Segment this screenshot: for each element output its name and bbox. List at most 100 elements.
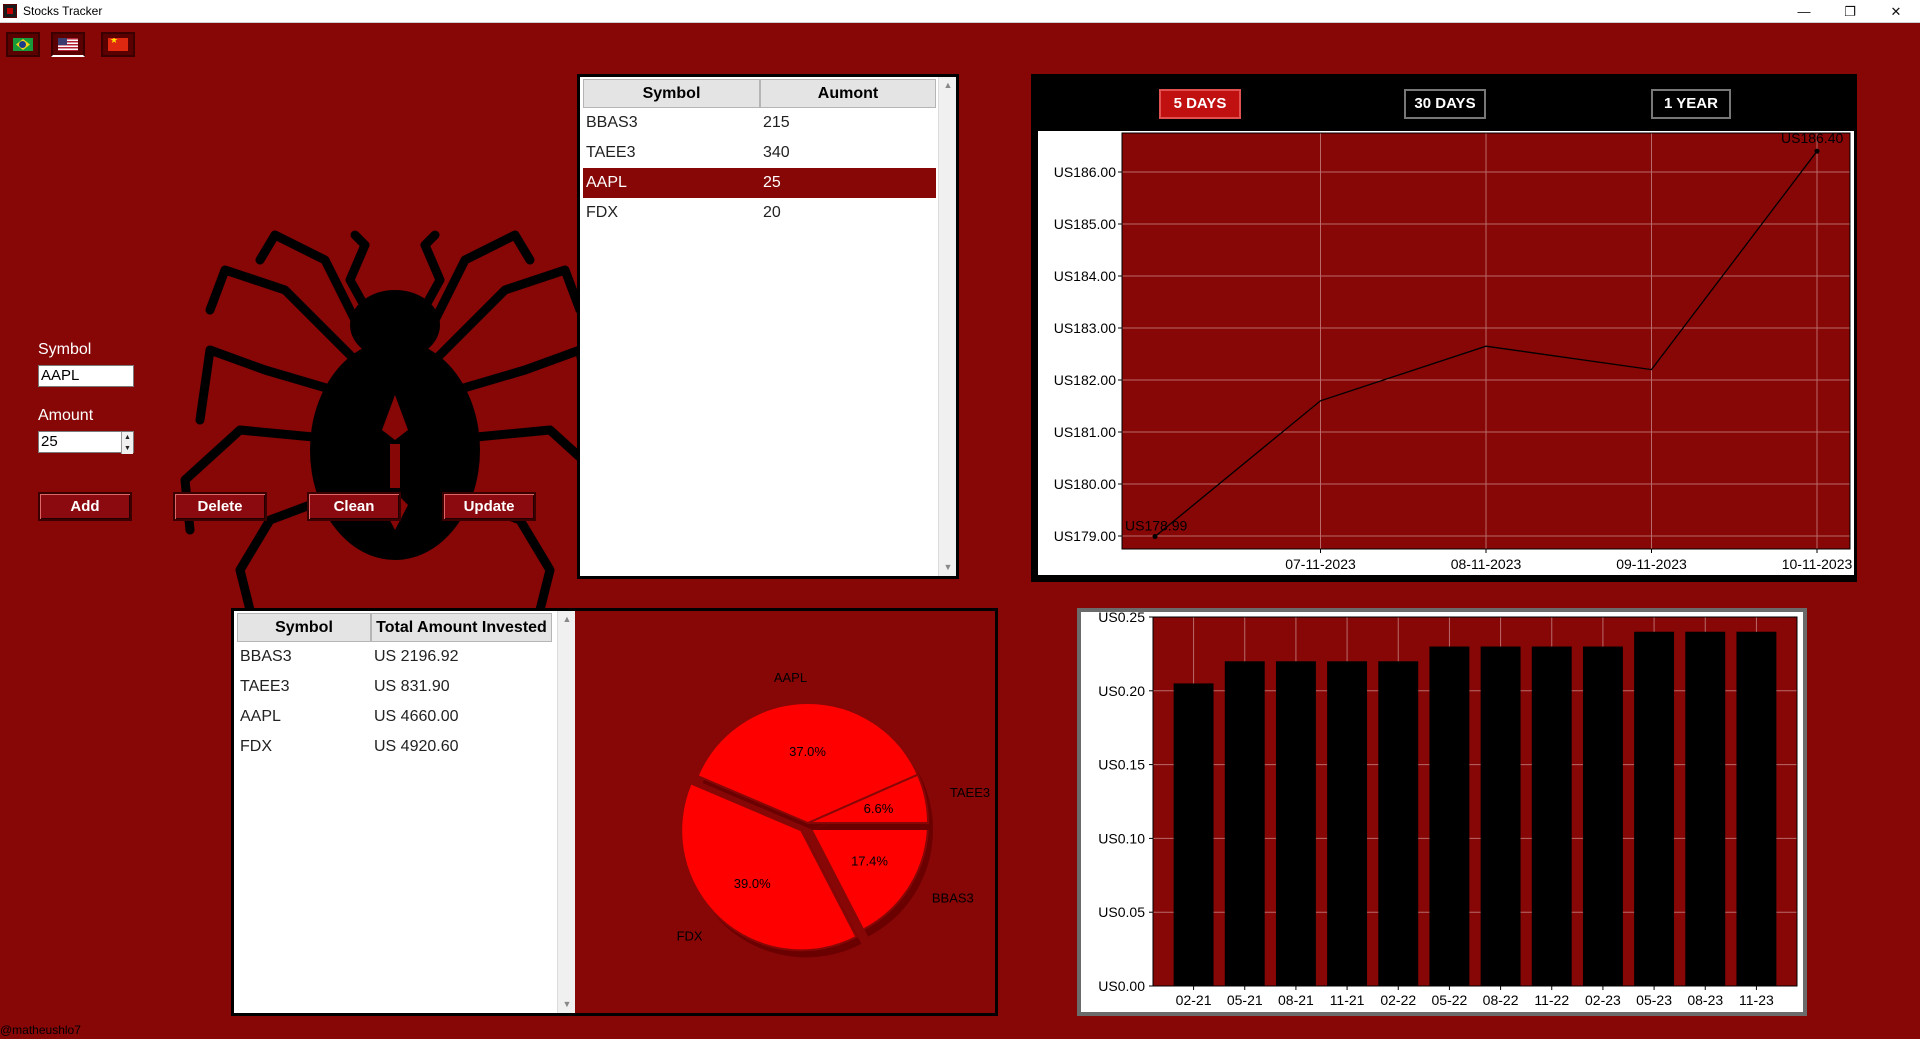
invested-table[interactable]: Symbol Total Amount Invested BBAS3 US 219…	[231, 608, 575, 1016]
amount-value: 25	[41, 433, 58, 450]
range-30-days-button[interactable]: 30 DAYS	[1404, 89, 1486, 119]
dividend-bar	[1685, 631, 1726, 986]
table-row[interactable]: AAPL US 4660.00	[237, 702, 552, 732]
y-tick-label: US182.00	[1054, 372, 1116, 388]
y-tick-label: US180.00	[1054, 476, 1116, 492]
cell-amount: 215	[763, 114, 790, 131]
table-row[interactable]: BBAS3 US 2196.92	[237, 642, 552, 672]
update-button[interactable]: Update	[442, 492, 536, 521]
y-tick-label: US0.15	[1098, 757, 1145, 773]
add-button[interactable]: Add	[38, 492, 132, 521]
delete-button[interactable]: Delete	[173, 492, 267, 521]
cell-total: US 4920.60	[374, 738, 459, 755]
pie-slice-label: AAPL	[774, 670, 807, 685]
cell-total: US 2196.92	[374, 648, 459, 665]
y-tick-label: US179.00	[1054, 528, 1116, 544]
vertical-scrollbar[interactable]: ▲ ▼	[938, 77, 956, 576]
amount-stepper[interactable]: ▲ ▼	[121, 432, 133, 454]
cell-symbol: BBAS3	[240, 648, 292, 665]
amount-label: Amount	[38, 407, 94, 424]
pie-pct-label: 6.6%	[864, 801, 894, 816]
symbol-input[interactable]: AAPL	[38, 365, 134, 387]
dividend-bar	[1582, 646, 1623, 986]
x-tick-label: 11-21	[1330, 992, 1365, 1008]
y-tick-label: US186.00	[1054, 164, 1116, 180]
scroll-up-icon[interactable]: ▲	[939, 77, 956, 94]
table-row[interactable]: TAEE3 340	[583, 138, 936, 168]
y-tick-label: US0.20	[1098, 683, 1145, 699]
allocation-pie-panel: 17.4% BBAS3 39.0% FDX 37.0% AAPL 6.6% TAEE3	[575, 608, 998, 1016]
dividends-bar-chart: US0.00 US0.05 US0.10 US0.15 US0.20 US0.25 02-2…	[1098, 609, 1798, 1008]
cell-symbol: FDX	[586, 204, 618, 221]
y-tick-label: US181.00	[1054, 424, 1116, 440]
column-header-symbol[interactable]: Symbol	[237, 613, 371, 642]
cell-symbol: AAPL	[240, 708, 281, 725]
y-tick-label: US0.00	[1098, 978, 1145, 994]
price-chart-panel: 5 DAYS 30 DAYS 1 YEAR US179.00 US180.00 US…	[1031, 74, 1857, 582]
app-icon	[3, 4, 17, 18]
first-price-label: US178.99	[1125, 518, 1187, 534]
x-tick-label: 07-11-2023	[1285, 556, 1356, 572]
column-header-amount[interactable]: Aumont	[760, 79, 936, 108]
x-tick-label: 11-23	[1739, 992, 1774, 1008]
dividend-bar	[1480, 646, 1521, 986]
cell-symbol: FDX	[240, 738, 272, 755]
table-row[interactable]: FDX 20	[583, 198, 936, 228]
x-tick-label: 02-21	[1176, 992, 1212, 1008]
window-title: Stocks Tracker	[23, 4, 103, 18]
pie-pct-label: 39.0%	[734, 876, 771, 891]
cell-amount: 340	[763, 144, 790, 161]
table-row[interactable]: BBAS3 215	[583, 108, 936, 138]
scroll-up-icon[interactable]: ▲	[558, 611, 575, 628]
price-line-chart: US179.00 US180.00 US181.00 US182.00 US183.00…	[1054, 130, 1853, 572]
x-tick-label: 08-23	[1687, 992, 1723, 1008]
y-tick-label: US184.00	[1054, 268, 1116, 284]
table-row[interactable]: FDX US 4920.60	[237, 732, 552, 762]
range-1-year-button[interactable]: 1 YEAR	[1651, 89, 1731, 119]
dividend-bar	[1275, 661, 1316, 986]
range-5-days-button[interactable]: 5 DAYS	[1159, 89, 1241, 119]
language-china-button[interactable]: ★	[101, 32, 135, 57]
column-header-total-invested[interactable]: Total Amount Invested	[371, 613, 552, 642]
y-tick-label: US0.25	[1098, 612, 1145, 625]
table-row-selected[interactable]: AAPL 25	[583, 168, 936, 198]
dividend-bar	[1327, 661, 1368, 986]
pie-slice-label: BBAS3	[932, 890, 974, 905]
dividend-bar	[1173, 683, 1214, 986]
restore-button[interactable]: ❐	[1827, 0, 1873, 23]
clean-button[interactable]: Clean	[307, 492, 401, 521]
decrement-icon[interactable]: ▼	[122, 443, 133, 454]
amount-input[interactable]: 25 ▲ ▼	[38, 431, 134, 454]
scroll-down-icon[interactable]: ▼	[558, 996, 575, 1013]
language-brazil-button[interactable]	[6, 32, 40, 57]
dividend-bar	[1378, 661, 1419, 986]
column-header-symbol[interactable]: Symbol	[583, 79, 760, 108]
dividend-bar	[1736, 631, 1777, 986]
price-point	[1814, 148, 1820, 154]
increment-icon[interactable]: ▲	[122, 432, 133, 443]
vertical-scrollbar[interactable]: ▲ ▼	[557, 611, 575, 1013]
spider-logo	[180, 230, 610, 610]
minimize-button[interactable]: —	[1781, 0, 1827, 23]
close-button[interactable]: ✕	[1873, 0, 1919, 23]
symbol-label: Symbol	[38, 341, 92, 358]
dividend-bar	[1224, 661, 1265, 986]
holdings-table[interactable]: Symbol Aumont BBAS3 215 TAEE3 340 AAPL 25 F…	[577, 74, 959, 579]
x-tick-label: 02-22	[1380, 992, 1416, 1008]
pie-pct-label: 37.0%	[789, 744, 826, 759]
scroll-down-icon[interactable]: ▼	[939, 559, 956, 576]
x-tick-label: 05-21	[1227, 992, 1263, 1008]
china-flag-icon: ★	[108, 38, 128, 51]
language-us-button[interactable]	[51, 32, 85, 57]
cell-total: US 831.90	[374, 678, 450, 695]
x-tick-label: 08-22	[1483, 992, 1519, 1008]
y-tick-label: US0.05	[1098, 904, 1145, 920]
x-tick-label: 08-21	[1278, 992, 1314, 1008]
x-tick-label: 08-11-2023	[1451, 556, 1522, 572]
table-row[interactable]: TAEE3 US 831.90	[237, 672, 552, 702]
cell-symbol: AAPL	[586, 174, 627, 191]
pie-pct-label: 17.4%	[851, 853, 888, 868]
cell-total: US 4660.00	[374, 708, 459, 725]
title-bar: Stocks Tracker — ❐ ✕	[0, 0, 1920, 23]
x-tick-label: 02-23	[1585, 992, 1621, 1008]
